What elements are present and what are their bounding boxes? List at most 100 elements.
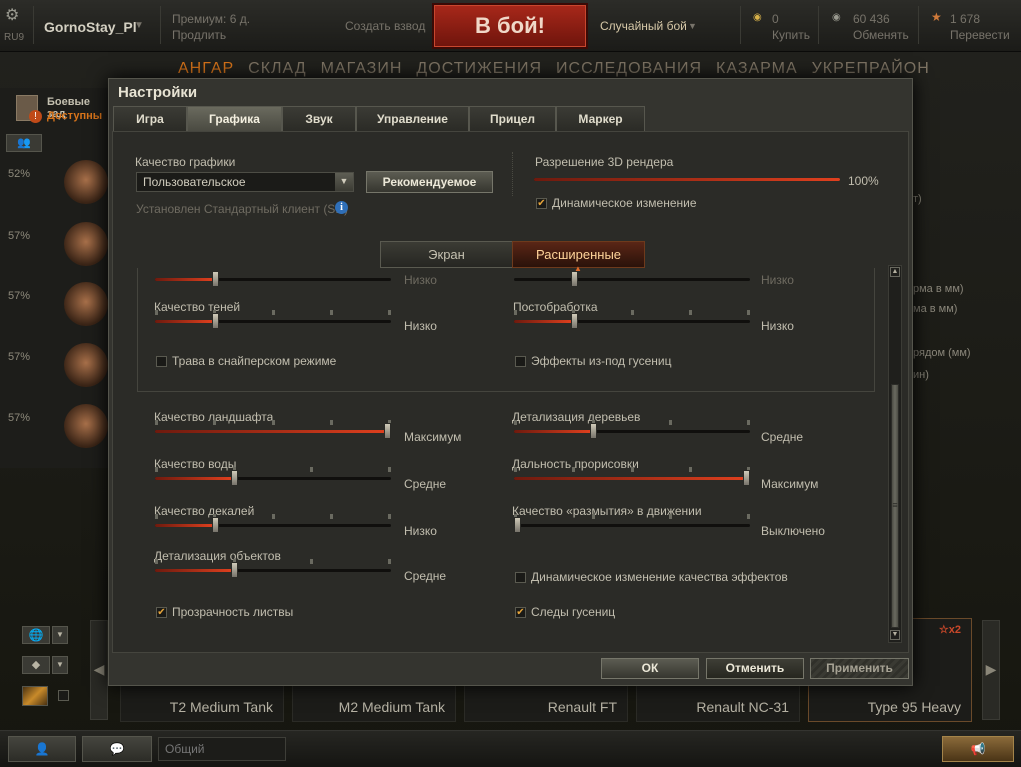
recommended-button[interactable]: Рекомендуемое <box>366 171 493 193</box>
slider-tick <box>155 514 158 519</box>
extend-premium-link[interactable]: Продлить <box>172 28 226 42</box>
slider-thumb[interactable] <box>231 562 238 578</box>
slider-thumb[interactable] <box>571 313 578 329</box>
slider-thumb[interactable] <box>212 517 219 533</box>
slider-thumb[interactable] <box>212 313 219 329</box>
draw-distance-slider[interactable] <box>514 467 750 486</box>
draw-distance-value: Максимум <box>761 477 819 491</box>
scroll-down-icon[interactable]: ▼ <box>890 630 900 640</box>
tree-detail-slider[interactable] <box>514 420 750 439</box>
slider-thumb[interactable] <box>590 423 597 439</box>
server-label: RU9 <box>4 32 25 43</box>
gold-amount: 0 <box>772 12 779 26</box>
crew-portrait[interactable] <box>64 343 108 387</box>
tab-graphics[interactable]: Графика <box>187 106 282 131</box>
tab-sound[interactable]: Звук <box>282 106 356 131</box>
slider-thumb[interactable] <box>231 470 238 486</box>
tank-param: рядом (мм) <box>913 347 971 359</box>
chat-input[interactable] <box>158 737 286 761</box>
megaphone-icon[interactable]: 📢 <box>942 736 1014 762</box>
track-marks-checkbox[interactable]: ✔ <box>515 607 526 618</box>
decal-quality-slider[interactable] <box>155 514 391 533</box>
dynamic-effects-checkbox[interactable] <box>515 572 526 583</box>
crew-portrait[interactable] <box>64 282 108 326</box>
slider-tick <box>272 420 275 425</box>
tab-game[interactable]: Игра <box>113 106 187 131</box>
slider-fill <box>514 430 592 433</box>
chevron-down-icon[interactable]: ▼ <box>134 20 144 31</box>
terrain-quality-value: Максимум <box>404 430 462 444</box>
shadow-quality-slider[interactable] <box>155 310 391 329</box>
xp-icon: ◉ <box>832 12 841 23</box>
dynamic-change-checkbox[interactable]: ✔ <box>536 198 547 209</box>
slider-tick <box>514 467 517 472</box>
settings-title: Настройки <box>118 84 198 101</box>
slider-tick <box>272 514 275 519</box>
convert-link[interactable]: Перевести <box>950 28 1010 42</box>
slider-tick <box>747 420 750 425</box>
slider-thumb[interactable] <box>743 470 750 486</box>
bottom-bar: 👤 💬 📢 <box>0 730 1021 767</box>
water-quality-label: Качество воды <box>154 457 237 471</box>
info-icon[interactable]: i <box>335 201 348 214</box>
user-icon[interactable]: 👤 <box>8 736 76 762</box>
tank-type-icon[interactable]: ◆ <box>22 656 50 674</box>
chevron-down-icon[interactable]: ▼ <box>52 626 68 644</box>
post-processing-value: Низко <box>761 319 794 333</box>
missions-subtitle[interactable]: Доступны <box>47 110 102 122</box>
tab-aim[interactable]: Прицел <box>469 106 556 131</box>
cancel-button[interactable]: Отменить <box>706 658 804 679</box>
scroll-up-icon[interactable]: ▲ <box>890 267 900 277</box>
slider-tick <box>388 514 391 519</box>
battle-mode-select[interactable]: Случайный бой <box>600 19 687 33</box>
slider-tick <box>155 467 158 472</box>
tank-param: ма в мм) <box>913 303 958 315</box>
chevron-down-icon: ▼ <box>335 173 353 191</box>
post-processing-slider[interactable] <box>514 310 750 329</box>
tab-controls[interactable]: Управление <box>356 106 469 131</box>
exchange-link[interactable]: Обменять <box>853 28 909 42</box>
slider-tick <box>572 467 575 472</box>
crew-portrait[interactable] <box>64 222 108 266</box>
graphics-quality-select[interactable]: Пользовательское ▼ <box>136 172 354 192</box>
ok-button[interactable]: ОК <box>601 658 699 679</box>
motion-blur-slider[interactable] <box>514 514 750 533</box>
water-quality-slider[interactable] <box>155 467 391 486</box>
carousel-left-arrow[interactable]: ◀ <box>90 620 108 720</box>
gear-icon[interactable]: ⚙ <box>5 8 21 24</box>
filter-icon[interactable] <box>22 686 48 706</box>
sniper-grass-label: Трава в снайперском режиме <box>172 354 337 368</box>
graphics-quality-value: Пользовательское <box>143 175 246 189</box>
filter-checkbox[interactable] <box>58 690 69 701</box>
create-platoon-button[interactable]: Создать взвод <box>345 19 425 33</box>
player-name[interactable]: GornoStay_Pl <box>44 19 137 35</box>
slider-thumb[interactable] <box>514 517 521 533</box>
render-resolution-slider[interactable] <box>534 172 840 186</box>
tab-marker[interactable]: Маркер <box>556 106 645 131</box>
scroll-thumb[interactable]: ≡ <box>891 384 899 628</box>
object-detail-slider[interactable] <box>155 559 391 578</box>
slider-thumb[interactable] <box>384 423 391 439</box>
track-effects-checkbox[interactable] <box>515 356 526 367</box>
chevron-down-icon[interactable]: ▼ <box>688 21 697 31</box>
crew-group-icon[interactable]: 👥 <box>6 134 42 152</box>
crew-portrait[interactable] <box>64 404 108 448</box>
sniper-grass-checkbox[interactable] <box>156 356 167 367</box>
slider-tick <box>631 310 634 315</box>
apply-button[interactable]: Применить <box>810 658 909 679</box>
tank-name: T2 Medium Tank <box>169 699 273 715</box>
chevron-down-icon[interactable]: ▼ <box>52 656 68 674</box>
globe-icon[interactable]: 🌐 <box>22 626 50 644</box>
carousel-right-arrow[interactable]: ▶ <box>982 620 1000 720</box>
gold-icon: ◉ <box>753 12 762 23</box>
chat-icon[interactable]: 💬 <box>82 736 152 762</box>
foliage-transparency-checkbox[interactable]: ✔ <box>156 607 167 618</box>
crew-percent: 57% <box>8 351 31 363</box>
graphics-quality-label: Качество графики <box>135 155 236 169</box>
battle-button[interactable]: В бой! <box>432 3 588 49</box>
subtab-screen[interactable]: Экран <box>380 241 513 268</box>
buy-gold-link[interactable]: Купить <box>772 28 810 42</box>
terrain-quality-slider[interactable] <box>155 420 391 439</box>
crew-portrait[interactable] <box>64 160 108 204</box>
scrollbar[interactable]: ▲ ≡ ▼ <box>888 265 902 643</box>
